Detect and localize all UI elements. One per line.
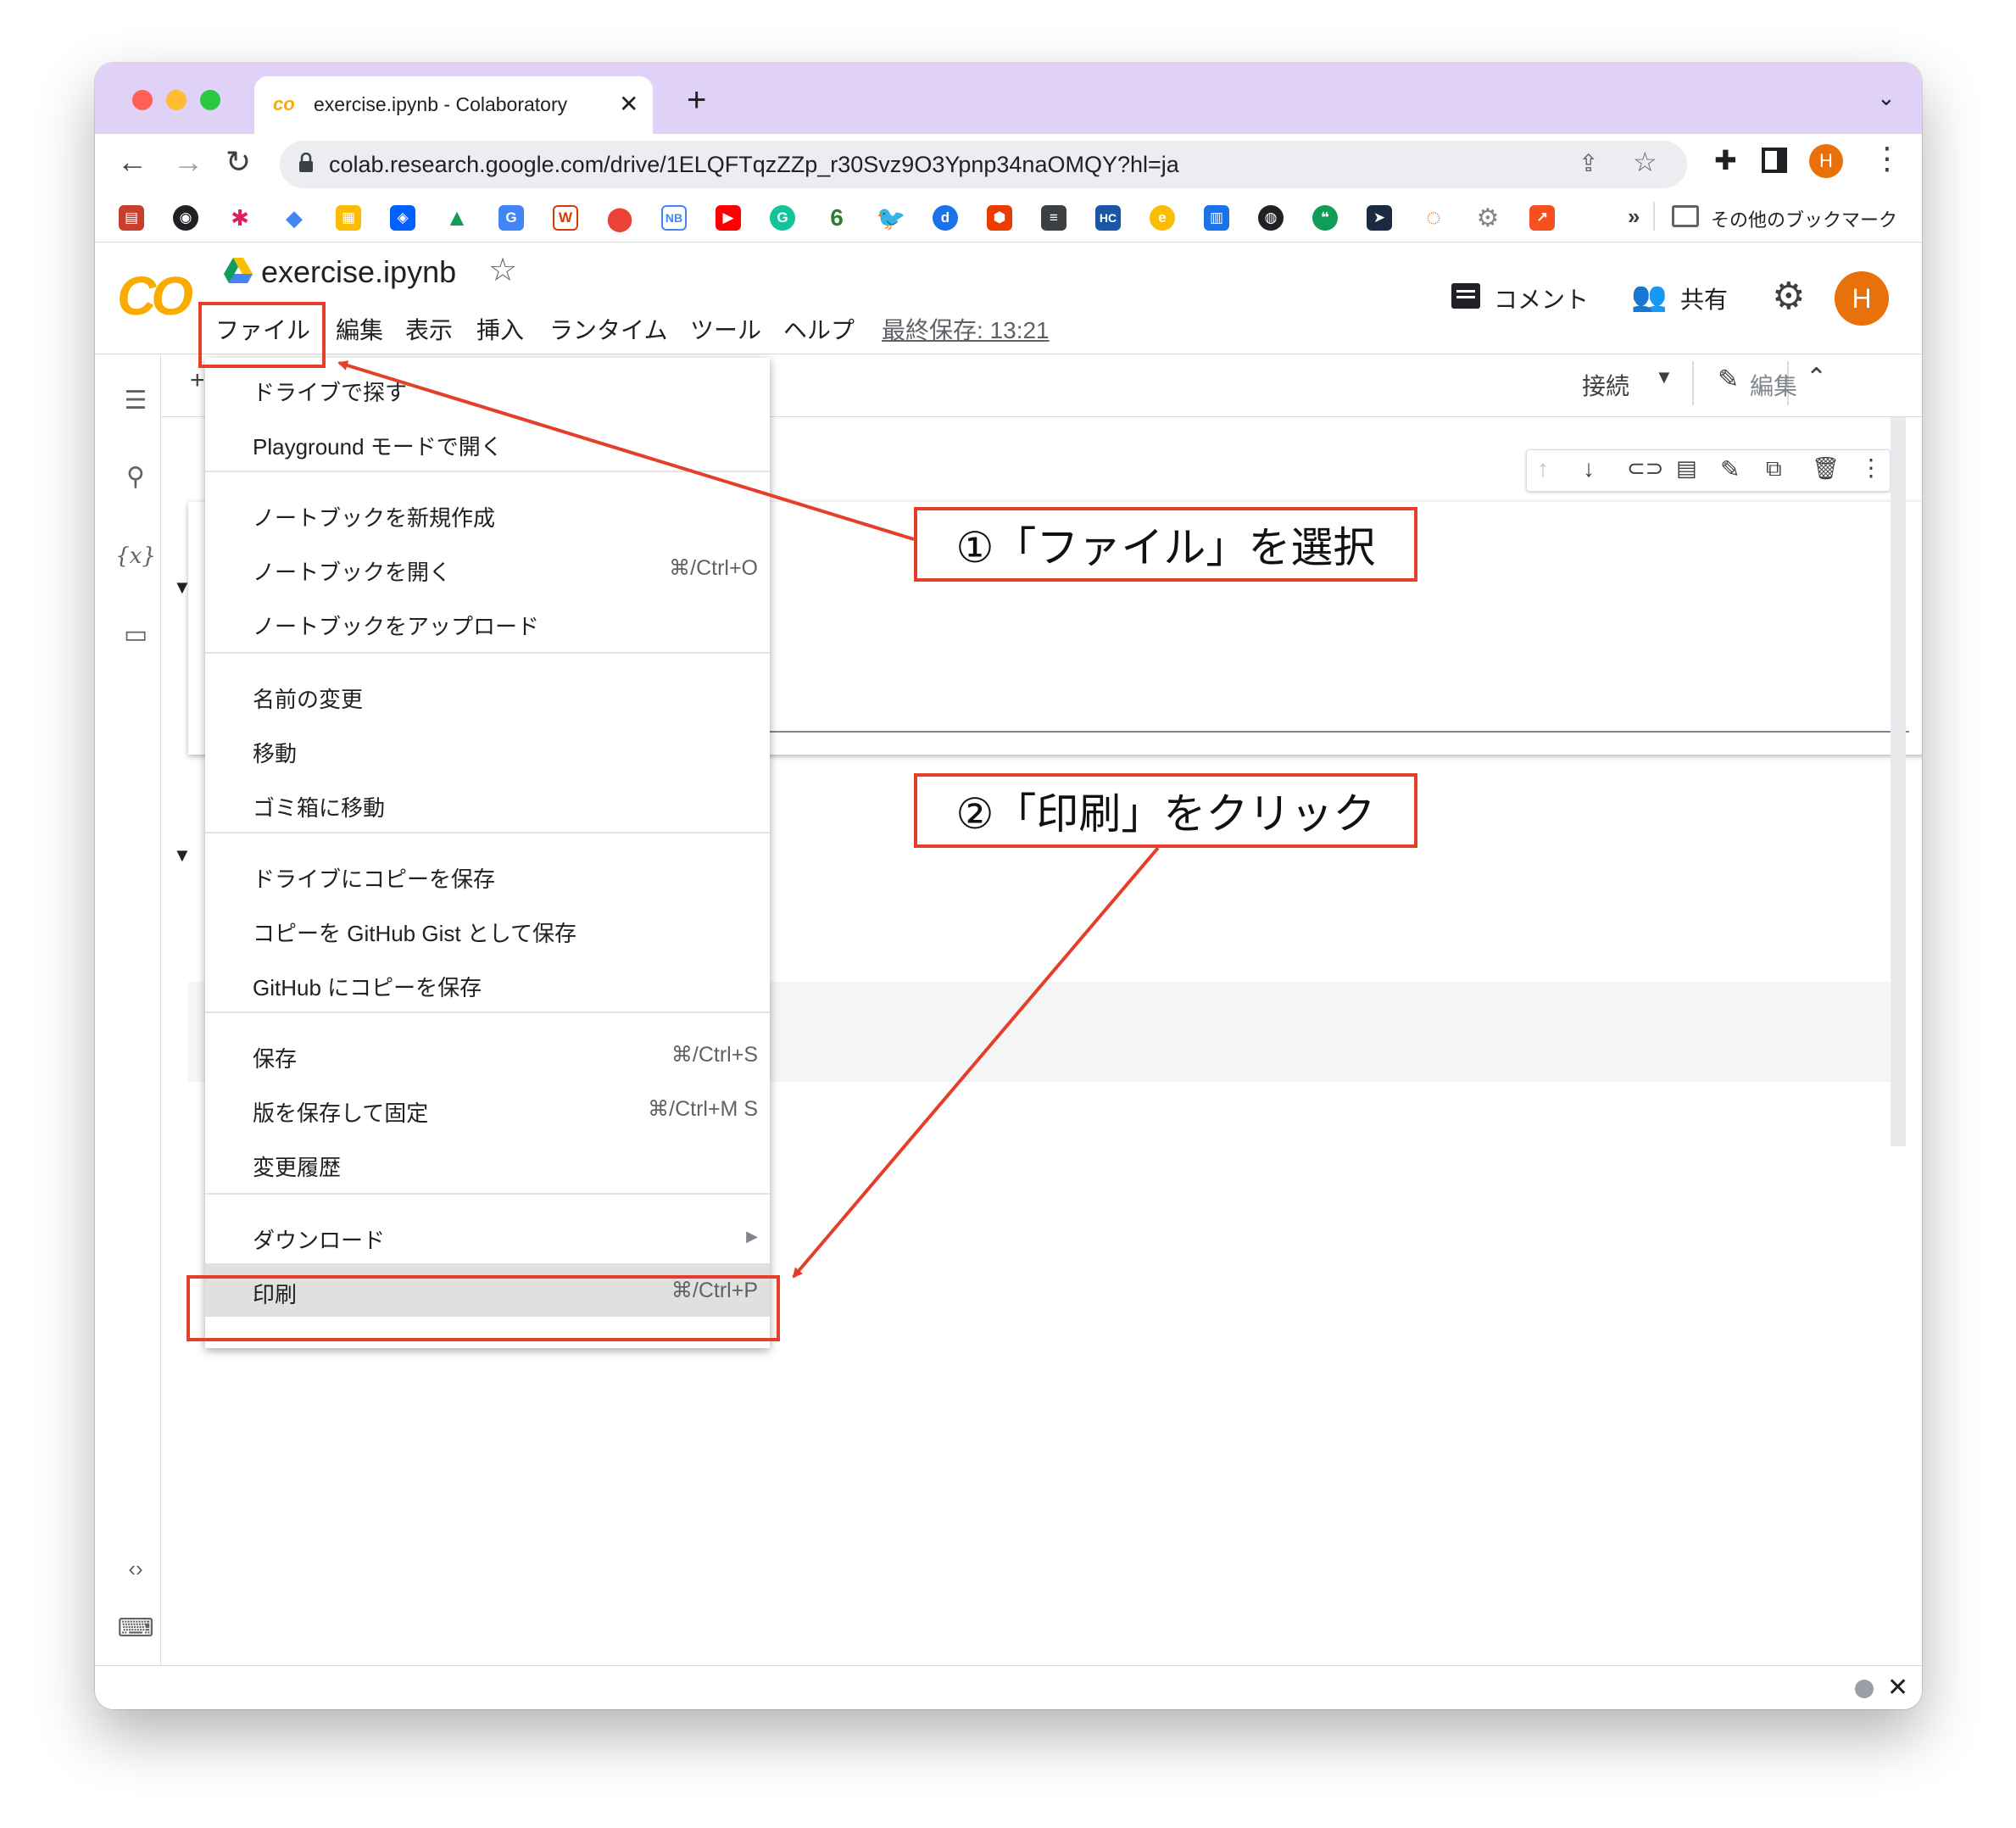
browser-window: co exercise.ipynb - Colaboratory ✕ + ⌄ ←…: [95, 63, 1922, 1709]
arrow-to-print: [792, 846, 1160, 1279]
annotation-arrows: [337, 360, 1160, 1279]
arrow-to-file-menu: [337, 360, 915, 541]
callout-step2: ②「印刷」をクリック: [914, 773, 1417, 848]
callout-step1: ①「ファイル」を選択: [914, 507, 1417, 582]
